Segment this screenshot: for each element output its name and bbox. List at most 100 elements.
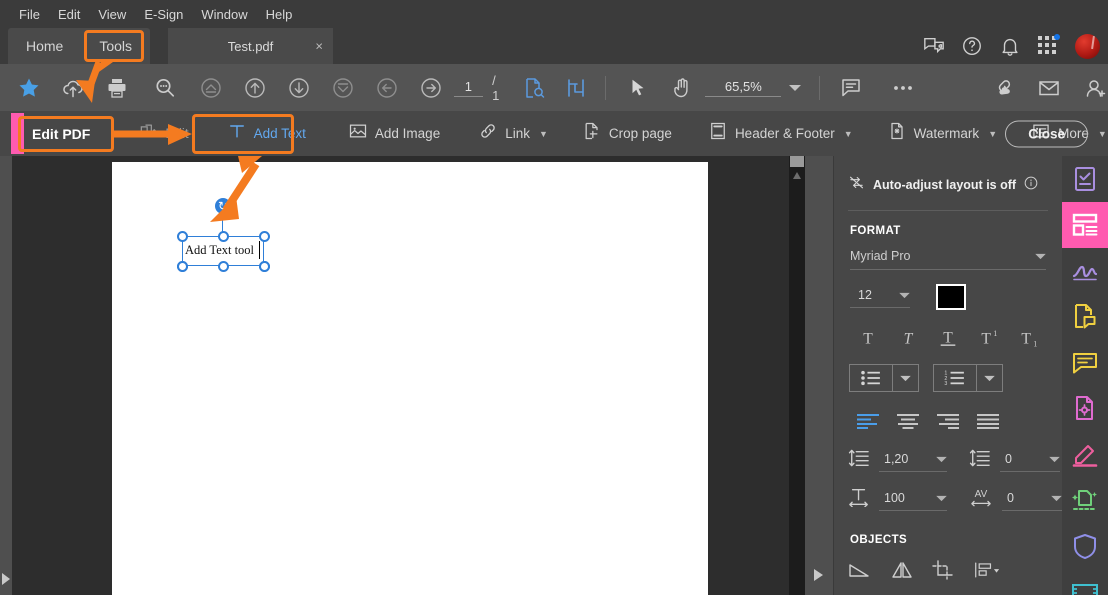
- crop-icon[interactable]: [932, 558, 958, 582]
- right-panel-collapse-strip[interactable]: [805, 156, 833, 595]
- resize-handle-nw[interactable]: [177, 231, 188, 242]
- edit-tool-button[interactable]: Edit: [132, 116, 194, 151]
- selected-text-box[interactable]: Add Text tool: [177, 231, 270, 272]
- expand-right-panel-icon[interactable]: [814, 569, 823, 581]
- align-justify-button[interactable]: [968, 408, 1008, 434]
- zoom-control[interactable]: 65,5%: [705, 79, 802, 97]
- add-user-icon[interactable]: [1082, 73, 1108, 103]
- rail-fill-sign[interactable]: [1062, 156, 1108, 202]
- tab-tools[interactable]: Tools: [81, 28, 150, 64]
- align-left-button[interactable]: [848, 408, 888, 434]
- horizontal-scale-select[interactable]: 100: [879, 489, 947, 511]
- chevron-down-icon[interactable]: [1049, 450, 1060, 468]
- chevron-down-icon[interactable]: ▼: [539, 129, 548, 139]
- resize-handle-ne[interactable]: [259, 231, 270, 242]
- print-icon[interactable]: [104, 73, 130, 103]
- add-text-button[interactable]: Add Text: [221, 116, 312, 151]
- tab-document[interactable]: Test.pdf ×: [168, 28, 334, 64]
- italic-style-button[interactable]: T: [888, 324, 928, 352]
- page-up-icon[interactable]: [242, 73, 268, 103]
- link-button[interactable]: Link ▼: [472, 116, 554, 151]
- page-thumbnail-icon[interactable]: [521, 73, 547, 103]
- scroll-mode-icon[interactable]: [563, 73, 589, 103]
- chevron-down-icon[interactable]: [1051, 489, 1062, 507]
- expand-left-panel-icon[interactable]: [2, 573, 10, 585]
- page-down-icon[interactable]: [286, 73, 312, 103]
- chevron-down-icon[interactable]: ▼: [988, 129, 997, 139]
- chevron-down-icon[interactable]: [936, 450, 947, 468]
- chevron-down-icon[interactable]: [936, 489, 947, 507]
- rail-enhance-scan[interactable]: [1062, 478, 1108, 524]
- share-link-icon[interactable]: [990, 73, 1016, 103]
- notifications-icon[interactable]: [999, 35, 1021, 57]
- left-panel-collapsed[interactable]: [0, 156, 12, 595]
- rail-media[interactable]: [1062, 570, 1108, 595]
- flip-horizontal-icon[interactable]: [848, 558, 874, 582]
- chevron-down-icon[interactable]: ▼: [844, 129, 853, 139]
- resize-handle-s[interactable]: [218, 261, 229, 272]
- apps-grid-icon[interactable]: [1037, 34, 1060, 57]
- zoom-level-value[interactable]: 65,5%: [705, 79, 782, 97]
- select-cursor-icon[interactable]: [625, 73, 651, 103]
- menu-file[interactable]: File: [10, 4, 49, 25]
- character-spacing-select[interactable]: 0: [1002, 489, 1062, 511]
- rail-comment[interactable]: [1062, 340, 1108, 386]
- previous-view-icon[interactable]: [374, 73, 400, 103]
- rail-redact[interactable]: [1062, 386, 1108, 432]
- line-spacing-select[interactable]: 1,20: [879, 450, 947, 472]
- page-fit-bottom-icon[interactable]: [330, 73, 356, 103]
- resize-handle-sw[interactable]: [177, 261, 188, 272]
- search-icon[interactable]: [152, 73, 178, 103]
- header-footer-button[interactable]: Header & Footer ▼: [702, 116, 859, 151]
- chevron-down-icon[interactable]: [1035, 247, 1046, 265]
- next-view-icon[interactable]: [418, 73, 444, 103]
- align-right-button[interactable]: [928, 408, 968, 434]
- close-button[interactable]: Close: [1005, 120, 1088, 147]
- resize-handle-n[interactable]: [218, 231, 229, 242]
- pdf-page[interactable]: ↻ Add Text tool: [112, 162, 708, 595]
- superscript-style-button[interactable]: T 1: [968, 324, 1008, 352]
- rail-comment-doc[interactable]: [1062, 294, 1108, 340]
- rail-protect[interactable]: [1062, 524, 1108, 570]
- menu-edit[interactable]: Edit: [49, 4, 89, 25]
- cloud-upload-icon[interactable]: [60, 73, 86, 103]
- more-options-icon[interactable]: [890, 73, 916, 103]
- scrollbar-thumb[interactable]: [790, 156, 804, 167]
- menu-view[interactable]: View: [89, 4, 135, 25]
- underline-style-button[interactable]: T: [928, 324, 968, 352]
- auto-adjust-status[interactable]: Auto-adjust layout is off: [834, 156, 1062, 196]
- chevron-down-icon[interactable]: [789, 79, 802, 97]
- star-icon[interactable]: [16, 73, 42, 103]
- comment-icon[interactable]: [838, 73, 864, 103]
- info-icon[interactable]: [1024, 176, 1038, 195]
- font-color-swatch[interactable]: [936, 284, 966, 310]
- menu-window[interactable]: Window: [192, 4, 256, 25]
- align-objects-icon[interactable]: [974, 558, 1000, 582]
- font-size-select[interactable]: 12: [850, 286, 910, 308]
- watermark-button[interactable]: Watermark ▼: [881, 116, 1003, 151]
- add-image-button[interactable]: Add Image: [342, 116, 446, 151]
- flip-vertical-icon[interactable]: [890, 558, 916, 582]
- crop-page-button[interactable]: Crop page: [576, 116, 678, 151]
- bullet-list-icon[interactable]: [850, 365, 892, 391]
- rotate-handle[interactable]: ↻: [215, 198, 231, 214]
- hand-tool-icon[interactable]: [669, 73, 695, 103]
- help-icon[interactable]: [961, 35, 983, 57]
- text-box-value[interactable]: Add Text tool: [185, 243, 254, 258]
- subscript-style-button[interactable]: T 1: [1008, 324, 1048, 352]
- vertical-scrollbar[interactable]: [789, 156, 805, 595]
- email-icon[interactable]: [1036, 73, 1062, 103]
- bold-style-button[interactable]: T: [848, 324, 888, 352]
- avatar[interactable]: [1075, 33, 1100, 59]
- paragraph-spacing-select[interactable]: 0: [1000, 450, 1060, 472]
- rail-edit-pdf[interactable]: [1062, 202, 1108, 248]
- chevron-down-icon[interactable]: [899, 286, 910, 304]
- document-canvas[interactable]: ↻ Add Text tool: [12, 156, 789, 595]
- chevron-down-icon[interactable]: ▼: [1098, 129, 1107, 139]
- bullet-list-chevron-down-icon[interactable]: [892, 365, 918, 391]
- rail-highlight[interactable]: [1062, 432, 1108, 478]
- align-center-button[interactable]: [888, 408, 928, 434]
- page-fit-top-icon[interactable]: [198, 73, 224, 103]
- page-number-input[interactable]: 1: [453, 79, 484, 97]
- scroll-up-icon[interactable]: [793, 172, 801, 179]
